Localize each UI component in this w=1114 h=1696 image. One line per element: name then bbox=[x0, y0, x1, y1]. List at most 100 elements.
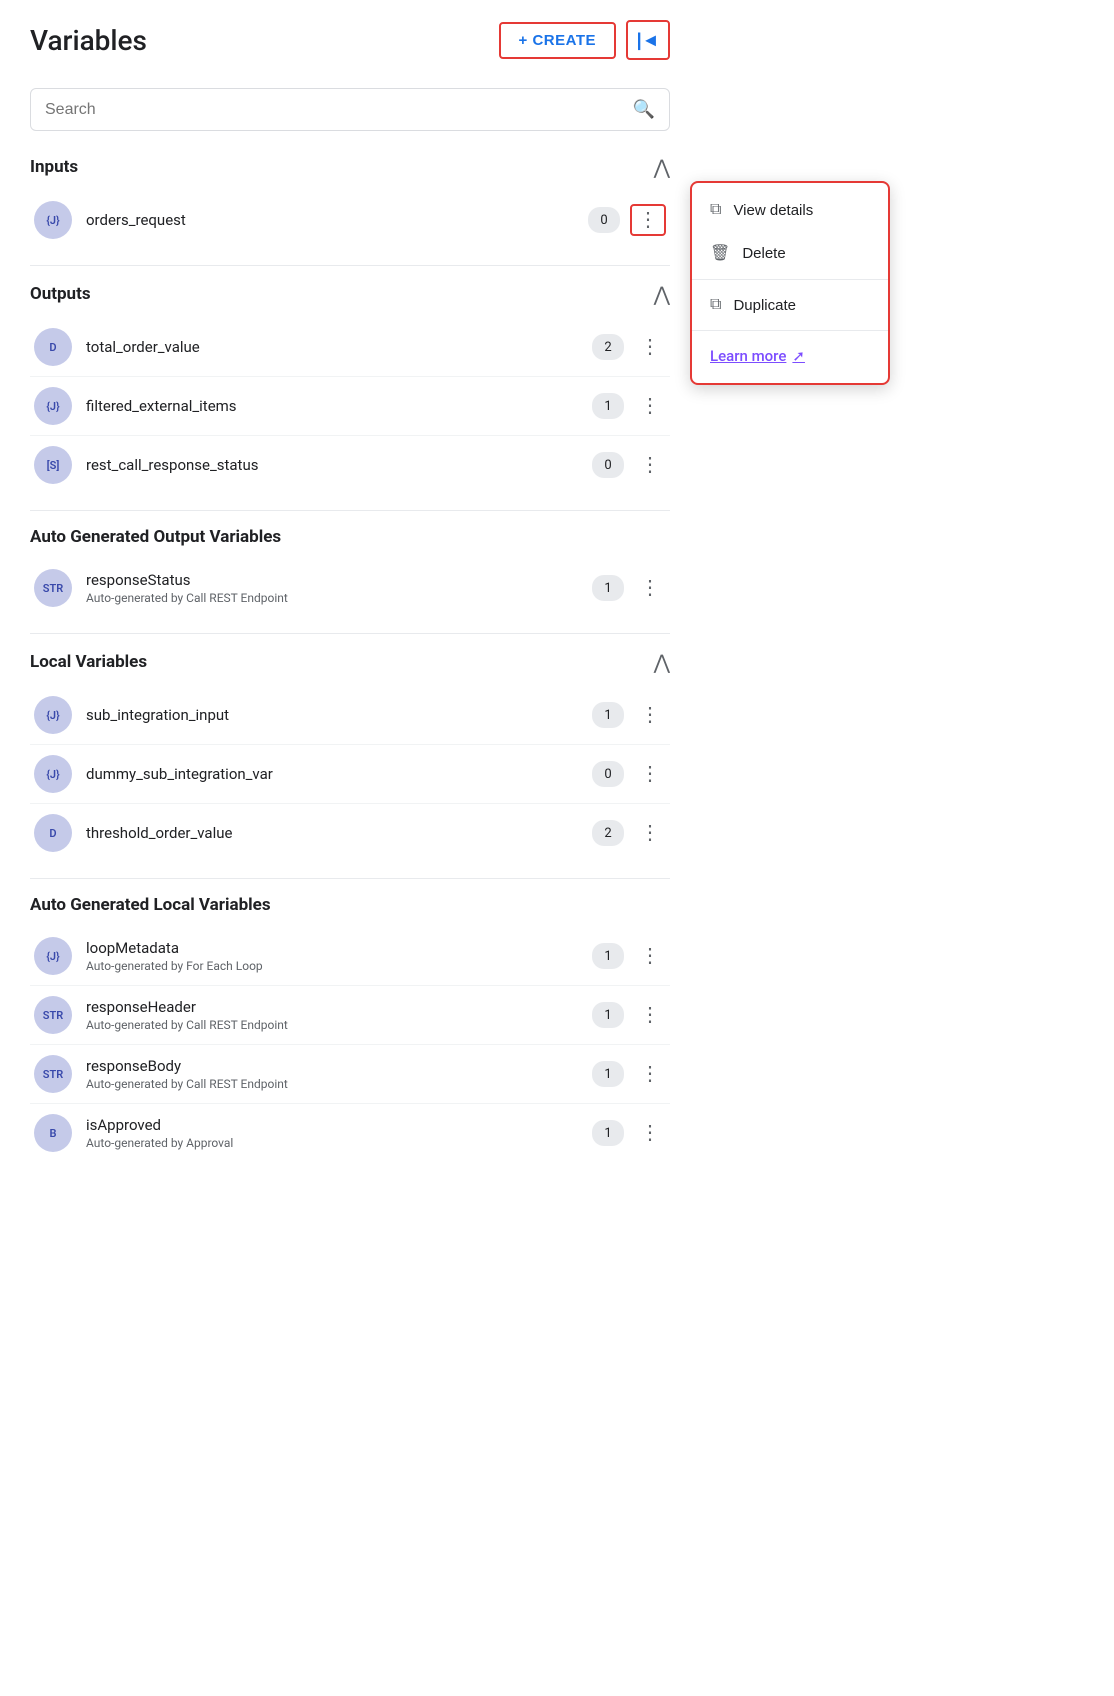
name-responseHeader: responseHeader bbox=[86, 998, 592, 1016]
collapse-icon: |◄ bbox=[637, 30, 660, 51]
badge-total-order-value: D bbox=[34, 328, 72, 366]
context-delete[interactable]: 🗑 Delete bbox=[692, 231, 888, 275]
info-dummy-sub-integration-var: dummy_sub_integration_var bbox=[86, 765, 592, 783]
auto-output-title: Auto Generated Output Variables bbox=[30, 527, 281, 547]
badge-threshold-order-value: D bbox=[34, 814, 72, 852]
badge-dummy-sub-integration-var: {J} bbox=[34, 755, 72, 793]
outputs-section-header: Outputs ⋀ bbox=[30, 282, 670, 310]
badge-responseHeader: STR bbox=[34, 996, 72, 1034]
name-responseBody: responseBody bbox=[86, 1057, 592, 1075]
delete-label: Delete bbox=[742, 245, 785, 262]
page-header: Variables + CREATE |◄ bbox=[30, 20, 670, 60]
create-button[interactable]: + CREATE bbox=[499, 22, 616, 59]
learn-more-link[interactable]: Learn more ➚ bbox=[692, 335, 888, 377]
divider-4 bbox=[30, 878, 670, 879]
local-chevron-icon[interactable]: ⋀ bbox=[654, 650, 670, 674]
variable-row-responseHeader: STR responseHeader Auto-generated by Cal… bbox=[30, 986, 670, 1045]
name-filtered-external-items: filtered_external_items bbox=[86, 397, 592, 415]
inputs-section-header: Inputs ⋀ bbox=[30, 155, 670, 183]
variable-row-threshold-order-value: D threshold_order_value 2 ⋮ bbox=[30, 804, 670, 862]
menu-btn-responseHeader[interactable]: ⋮ bbox=[634, 1001, 666, 1029]
count-orders-request: 0 bbox=[588, 207, 620, 233]
name-orders-request: orders_request bbox=[86, 211, 588, 229]
variable-row-dummy-sub-integration-var: {J} dummy_sub_integration_var 0 ⋮ bbox=[30, 745, 670, 804]
menu-btn-responseStatus[interactable]: ⋮ bbox=[634, 574, 666, 602]
subtitle-responseHeader: Auto-generated by Call REST Endpoint bbox=[86, 1018, 592, 1032]
count-isApproved: 1 bbox=[592, 1120, 624, 1146]
subtitle-isApproved: Auto-generated by Approval bbox=[86, 1136, 592, 1150]
info-loopMetadata: loopMetadata Auto-generated by For Each … bbox=[86, 939, 592, 973]
menu-btn-sub-integration-input[interactable]: ⋮ bbox=[634, 701, 666, 729]
context-duplicate[interactable]: ⧉ Duplicate bbox=[692, 284, 888, 326]
view-details-label: View details bbox=[733, 202, 813, 219]
subtitle-responseBody: Auto-generated by Call REST Endpoint bbox=[86, 1077, 592, 1091]
subtitle-responseStatus: Auto-generated by Call REST Endpoint bbox=[86, 591, 592, 605]
context-menu-divider bbox=[692, 279, 888, 280]
name-threshold-order-value: threshold_order_value bbox=[86, 824, 592, 842]
context-menu: ⧉ View details 🗑 Delete ⧉ Duplicate Lear… bbox=[690, 181, 890, 385]
variable-row-responseStatus: STR responseStatus Auto-generated by Cal… bbox=[30, 559, 670, 617]
name-dummy-sub-integration-var: dummy_sub_integration_var bbox=[86, 765, 592, 783]
name-total-order-value: total_order_value bbox=[86, 338, 592, 356]
count-responseBody: 1 bbox=[592, 1061, 624, 1087]
menu-btn-isApproved[interactable]: ⋮ bbox=[634, 1119, 666, 1147]
section-inputs: Inputs ⋀ {J} orders_request 0 ⋮ ⧉ View d… bbox=[30, 155, 670, 249]
variable-row-filtered-external-items: {J} filtered_external_items 1 ⋮ bbox=[30, 377, 670, 436]
count-dummy-sub-integration-var: 0 bbox=[592, 761, 624, 787]
badge-loopMetadata: {J} bbox=[34, 937, 72, 975]
header-actions: + CREATE |◄ bbox=[499, 20, 670, 60]
learn-more-label: Learn more bbox=[710, 347, 786, 365]
badge-sub-integration-input: {J} bbox=[34, 696, 72, 734]
variable-row-sub-integration-input: {J} sub_integration_input 1 ⋮ bbox=[30, 686, 670, 745]
menu-btn-filtered-external-items[interactable]: ⋮ bbox=[634, 392, 666, 420]
info-orders-request: orders_request bbox=[86, 211, 588, 229]
outputs-chevron-icon[interactable]: ⋀ bbox=[654, 282, 670, 306]
variable-row-orders-request: {J} orders_request 0 ⋮ ⧉ View details 🗑 … bbox=[30, 191, 670, 249]
count-loopMetadata: 1 bbox=[592, 943, 624, 969]
count-sub-integration-input: 1 bbox=[592, 702, 624, 728]
info-responseStatus: responseStatus Auto-generated by Call RE… bbox=[86, 571, 592, 605]
view-details-icon: ⧉ bbox=[710, 201, 721, 219]
variable-row-loopMetadata: {J} loopMetadata Auto-generated by For E… bbox=[30, 927, 670, 986]
inputs-chevron-icon[interactable]: ⋀ bbox=[654, 155, 670, 179]
search-input[interactable] bbox=[45, 101, 633, 119]
badge-responseStatus: STR bbox=[34, 569, 72, 607]
menu-btn-rest-call-response-status[interactable]: ⋮ bbox=[634, 451, 666, 479]
context-menu-divider2 bbox=[692, 330, 888, 331]
collapse-button[interactable]: |◄ bbox=[626, 20, 670, 60]
duplicate-icon: ⧉ bbox=[710, 296, 721, 314]
inputs-title: Inputs bbox=[30, 157, 78, 177]
badge-orders-request: {J} bbox=[34, 201, 72, 239]
count-rest-call-response-status: 0 bbox=[592, 452, 624, 478]
menu-btn-total-order-value[interactable]: ⋮ bbox=[634, 333, 666, 361]
page-title: Variables bbox=[30, 24, 147, 57]
menu-btn-responseBody[interactable]: ⋮ bbox=[634, 1060, 666, 1088]
menu-btn-loopMetadata[interactable]: ⋮ bbox=[634, 942, 666, 970]
info-sub-integration-input: sub_integration_input bbox=[86, 706, 592, 724]
context-view-details[interactable]: ⧉ View details bbox=[692, 189, 888, 231]
badge-filtered-external-items: {J} bbox=[34, 387, 72, 425]
info-rest-call-response-status: rest_call_response_status bbox=[86, 456, 592, 474]
menu-btn-orders-request[interactable]: ⋮ bbox=[630, 204, 666, 236]
divider-1 bbox=[30, 265, 670, 266]
divider-2 bbox=[30, 510, 670, 511]
search-wrapper: 🔍 bbox=[30, 88, 670, 131]
section-auto-local: Auto Generated Local Variables {J} loopM… bbox=[30, 895, 670, 1162]
section-auto-output: Auto Generated Output Variables STR resp… bbox=[30, 527, 670, 617]
info-responseBody: responseBody Auto-generated by Call REST… bbox=[86, 1057, 592, 1091]
outputs-title: Outputs bbox=[30, 284, 91, 304]
info-filtered-external-items: filtered_external_items bbox=[86, 397, 592, 415]
count-filtered-external-items: 1 bbox=[592, 393, 624, 419]
menu-btn-dummy-sub-integration-var[interactable]: ⋮ bbox=[634, 760, 666, 788]
variable-row-isApproved: B isApproved Auto-generated by Approval … bbox=[30, 1104, 670, 1162]
local-section-header: Local Variables ⋀ bbox=[30, 650, 670, 678]
info-isApproved: isApproved Auto-generated by Approval bbox=[86, 1116, 592, 1150]
name-loopMetadata: loopMetadata bbox=[86, 939, 592, 957]
count-total-order-value: 2 bbox=[592, 334, 624, 360]
duplicate-label: Duplicate bbox=[733, 297, 796, 314]
info-threshold-order-value: threshold_order_value bbox=[86, 824, 592, 842]
badge-responseBody: STR bbox=[34, 1055, 72, 1093]
count-responseStatus: 1 bbox=[592, 575, 624, 601]
menu-btn-threshold-order-value[interactable]: ⋮ bbox=[634, 819, 666, 847]
name-rest-call-response-status: rest_call_response_status bbox=[86, 456, 592, 474]
